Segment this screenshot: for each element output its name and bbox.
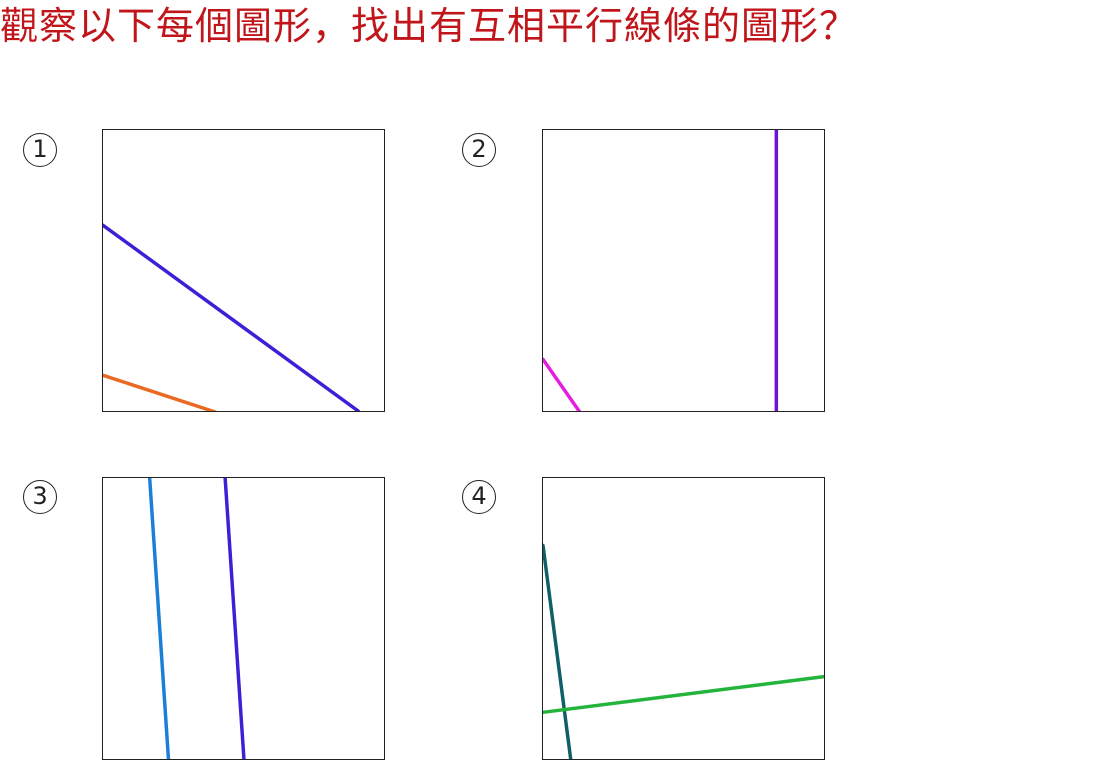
figure-3-box[interactable] (102, 477, 385, 760)
figure-1-line-b (103, 373, 217, 411)
figure-4-box[interactable] (542, 477, 825, 760)
figure-3-line-b (223, 478, 246, 759)
figure-3-line-a (147, 478, 171, 759)
figure-1-canvas (103, 223, 360, 411)
figure-2-line-a (543, 357, 582, 411)
figure-3-canvas (147, 478, 246, 759)
figure-4-canvas (543, 543, 824, 759)
figure-1-line-a (103, 223, 360, 411)
question-title: 觀察以下每個圖形，找出有互相平行線條的圖形？ (0, 4, 859, 48)
figure-number-1: 1 (23, 133, 57, 167)
figure-number-3: 3 (23, 480, 57, 514)
figure-1-box[interactable] (102, 129, 385, 412)
figure-2-canvas (543, 130, 779, 411)
figure-number-4: 4 (462, 480, 496, 514)
figure-4-line-b (543, 674, 824, 715)
figure-4-line-a (543, 543, 573, 759)
figure-number-2: 2 (462, 133, 496, 167)
figure-2-box[interactable] (542, 129, 825, 412)
